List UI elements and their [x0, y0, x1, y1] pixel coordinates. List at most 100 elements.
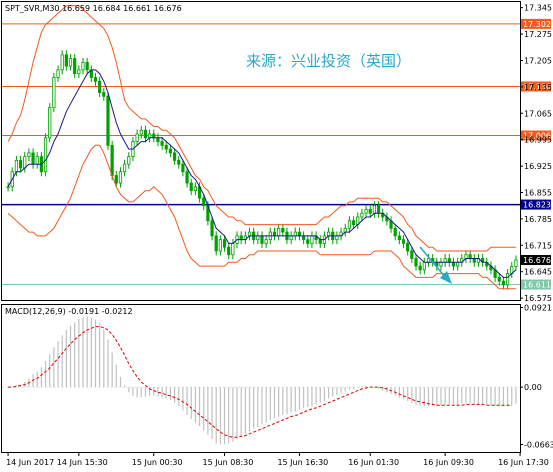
- price-ytick-label: 17.205: [524, 56, 552, 65]
- x-tick-label: 16 Jun 01:30: [348, 458, 399, 467]
- candle-body: [418, 265, 422, 271]
- candle-body: [376, 205, 381, 214]
- candle-body: [18, 160, 23, 169]
- watermark-source: 来源：兴业投资（英国）: [246, 52, 411, 70]
- candle-body: [364, 209, 368, 214]
- candle-body: [297, 231, 302, 237]
- candle-body: [23, 156, 27, 169]
- candle-body: [439, 261, 443, 267]
- macd-ytick-label: 0.0921: [524, 304, 552, 313]
- price-ytick-label: 16.925: [524, 162, 552, 171]
- candle-body: [172, 152, 177, 161]
- candle-body: [168, 148, 173, 154]
- candle-body: [505, 273, 510, 286]
- candle-body: [156, 137, 160, 142]
- candle-body: [447, 258, 451, 263]
- x-tick-label: 15 Jun 16:30: [277, 458, 328, 467]
- candle-body: [56, 69, 60, 78]
- candle-body: [148, 133, 152, 139]
- candle-body: [351, 220, 356, 225]
- candle-body: [185, 171, 189, 184]
- candle-body: [277, 227, 281, 237]
- candle-body: [6, 186, 10, 189]
- candle-body: [77, 69, 81, 75]
- candle-body: [343, 227, 347, 233]
- candle-body: [397, 235, 401, 241]
- candle-body: [514, 259, 518, 267]
- candle-body: [210, 220, 214, 237]
- candle-body: [218, 239, 222, 252]
- candle-body: [181, 163, 185, 173]
- candle-body: [123, 163, 127, 173]
- price-ytick-label: 16.855: [524, 188, 552, 197]
- candle-body: [106, 95, 110, 146]
- candle-body: [302, 235, 306, 241]
- candle-body: [347, 220, 352, 229]
- candle-body: [293, 231, 297, 237]
- price-ytick-label: 17.135: [524, 83, 552, 92]
- candle-body: [85, 61, 89, 71]
- candle-body: [102, 92, 106, 97]
- price-ytick-label: 16.785: [524, 215, 552, 224]
- level-label-resistance-1: 17.302: [523, 20, 551, 29]
- candle-body: [456, 261, 460, 267]
- candle-body: [464, 254, 468, 259]
- candle-body: [135, 133, 139, 142]
- x-tick-label: 16 Jun 09:30: [423, 458, 474, 467]
- candle-body: [152, 133, 156, 139]
- candle-body: [401, 239, 406, 244]
- candle-body: [472, 258, 476, 263]
- candle-body: [256, 235, 260, 241]
- candle-body: [272, 231, 277, 237]
- candle-body: [110, 144, 114, 176]
- candle-body: [281, 227, 285, 233]
- x-tick-label: 14 Jun 2017: [6, 458, 54, 467]
- price-ytick-label: 17.065: [524, 109, 552, 118]
- macd-info: MACD(12,26,9) -0.0191 -0.0212: [5, 307, 133, 316]
- candle-body: [327, 231, 331, 237]
- candle-body: [497, 276, 501, 282]
- candle-body: [202, 197, 206, 207]
- candle-body: [468, 254, 472, 259]
- price-ytick-label: 16.715: [524, 241, 552, 250]
- candle-body: [260, 235, 264, 244]
- candle-body: [227, 246, 231, 256]
- candle-body: [114, 175, 118, 184]
- current-price-label: 16.676: [523, 256, 551, 265]
- price-ytick-label: 16.645: [524, 268, 552, 277]
- candle-body: [247, 231, 252, 237]
- price-ytick-label: 16.995: [524, 136, 552, 145]
- x-tick-label: 15 Jun 08:30: [203, 458, 254, 467]
- x-tick-label: 15 Jun 00:30: [132, 458, 183, 467]
- candle-body: [222, 239, 227, 248]
- candle-body: [43, 137, 48, 173]
- macd-ytick-label: 0.00: [524, 383, 542, 392]
- candle-body: [310, 235, 314, 244]
- candle-body: [422, 261, 426, 271]
- candle-body: [372, 205, 376, 214]
- candle-body: [118, 171, 123, 184]
- candle-body: [368, 209, 372, 214]
- x-tick-label: 14 Jun 15:30: [57, 458, 108, 467]
- candle-body: [127, 156, 131, 165]
- candle-body: [289, 235, 293, 241]
- macd-ytick-label: -0.0663: [524, 440, 553, 449]
- candle-body: [393, 227, 397, 237]
- candle-body: [35, 156, 39, 165]
- candle-body: [177, 160, 181, 165]
- price-ytick-label: 17.275: [524, 30, 552, 39]
- candle-body: [27, 152, 31, 158]
- candle-body: [414, 258, 418, 267]
- candle-body: [264, 239, 268, 244]
- candle-body: [73, 58, 77, 75]
- candle-body: [318, 239, 322, 244]
- candle-body: [214, 235, 218, 252]
- level-label-pivot: 16.823: [523, 201, 551, 210]
- candle-body: [48, 107, 52, 139]
- x-tick-label: 16 Jun 17:30: [498, 458, 549, 467]
- candle-body: [68, 58, 73, 67]
- candle-body: [193, 186, 197, 192]
- candle-body: [239, 235, 243, 241]
- candle-body: [31, 152, 35, 165]
- candle-body: [443, 258, 447, 263]
